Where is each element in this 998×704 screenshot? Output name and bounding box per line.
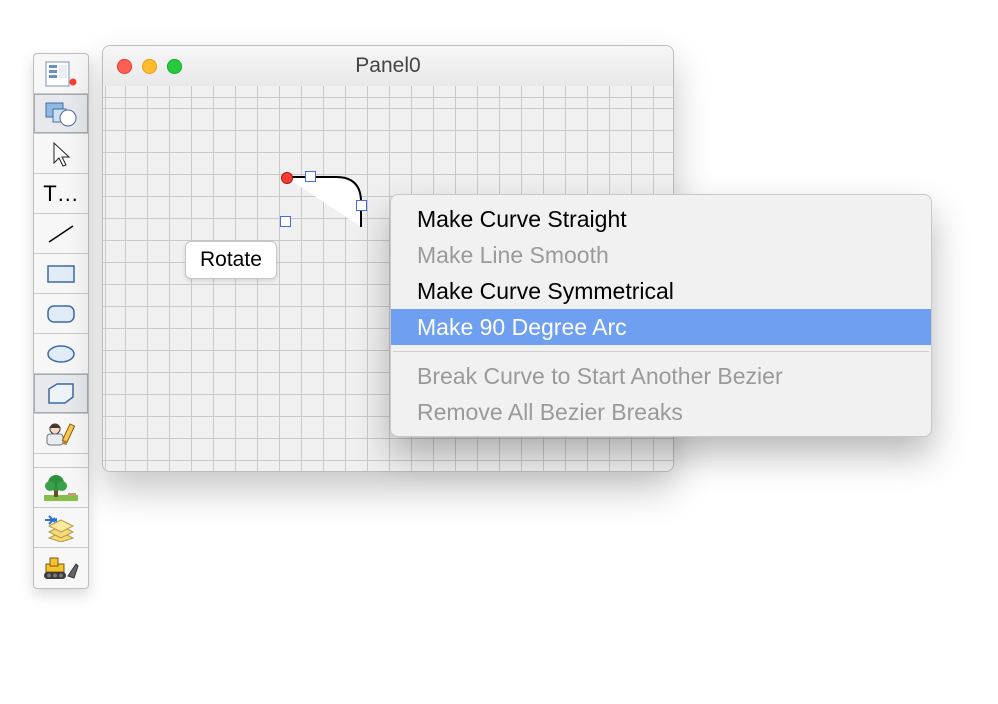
menu-item[interactable]: Make Curve Straight — [391, 201, 931, 237]
ellipse-icon — [45, 342, 77, 366]
palette-gap — [34, 454, 88, 468]
menu-item: Remove All Bezier Breaks — [391, 394, 931, 430]
rectangle-icon — [45, 262, 77, 286]
zoom-button[interactable] — [167, 59, 182, 74]
text-tool[interactable]: T… — [34, 174, 88, 214]
tooltip: Rotate — [185, 241, 277, 279]
menu-item: Make Line Smooth — [391, 237, 931, 273]
shapes-icon — [44, 100, 78, 128]
anchor-selected[interactable] — [281, 172, 293, 184]
layers-tool[interactable] — [34, 508, 88, 548]
palette-icon[interactable] — [34, 54, 88, 94]
tool-palette: T… — [33, 53, 89, 589]
shapes-tool[interactable] — [34, 94, 88, 134]
rounded-rect-icon — [45, 302, 77, 326]
line-tool[interactable] — [34, 214, 88, 254]
rectangle-tool[interactable] — [34, 254, 88, 294]
control-handle[interactable] — [280, 216, 291, 227]
pointer-tool[interactable] — [34, 134, 88, 174]
ellipse-tool[interactable] — [34, 334, 88, 374]
titlebar[interactable]: Panel0 — [103, 46, 673, 87]
rounded-rect-tool[interactable] — [34, 294, 88, 334]
control-handle[interactable] — [356, 200, 367, 211]
window-controls — [103, 59, 182, 74]
control-handle[interactable] — [305, 171, 316, 182]
user-pencil-icon — [44, 420, 78, 448]
minimize-button[interactable] — [142, 59, 157, 74]
user-edit-tool[interactable] — [34, 414, 88, 454]
layers-icon — [43, 514, 79, 542]
polygon-tool[interactable] — [34, 374, 88, 414]
menu-item[interactable]: Make Curve Symmetrical — [391, 273, 931, 309]
menu-item[interactable]: Make 90 Degree Arc — [391, 309, 931, 345]
tree-scene-icon — [43, 473, 79, 503]
bulldozer-icon — [42, 554, 80, 582]
vehicle-tool[interactable] — [34, 548, 88, 588]
scene-tool[interactable] — [34, 468, 88, 508]
line-icon — [46, 222, 76, 246]
menu-item: Break Curve to Start Another Bezier — [391, 358, 931, 394]
pointer-icon — [51, 141, 71, 167]
text-tool-label: T… — [43, 181, 78, 207]
components-icon — [45, 60, 77, 88]
menu-separator — [393, 351, 929, 352]
tooltip-label: Rotate — [200, 248, 262, 271]
context-menu: Make Curve StraightMake Line SmoothMake … — [390, 194, 932, 437]
polygon-icon — [45, 381, 77, 407]
window-title: Panel0 — [103, 54, 673, 78]
bezier-shape[interactable] — [281, 172, 401, 272]
close-button[interactable] — [117, 59, 132, 74]
